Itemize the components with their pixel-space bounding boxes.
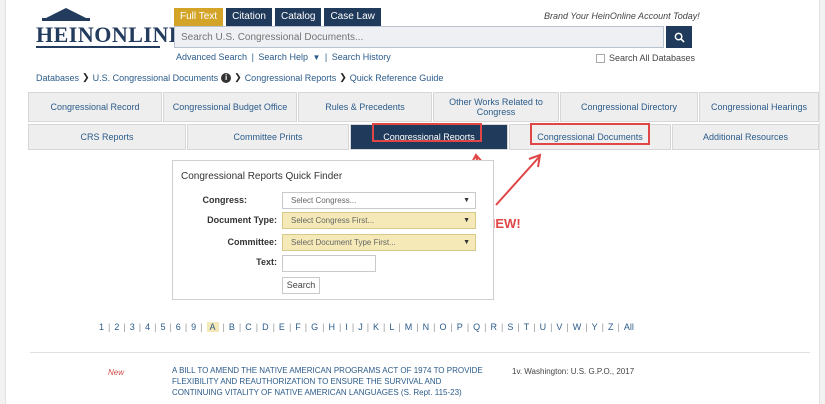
alpha-t[interactable]: T — [524, 322, 530, 332]
quick-finder-title: Congressional Reports Quick Finder — [181, 171, 343, 182]
alpha-b[interactable]: B — [229, 322, 235, 332]
alpha-6[interactable]: 6 — [176, 322, 181, 332]
alpha-z[interactable]: Z — [608, 322, 614, 332]
alpha-2[interactable]: 2 — [114, 322, 119, 332]
alpha-v[interactable]: V — [556, 322, 562, 332]
caret-down-icon: ▼ — [463, 197, 470, 204]
alpha-u[interactable]: U — [540, 322, 547, 332]
alphabet-index: 1 | 2 | 3 | 4 | 5 | 6 | 9 | A | B | C | D | E | F | G… — [99, 322, 634, 332]
alpha-o[interactable]: O — [439, 322, 446, 332]
result-title-link[interactable]: A BILL TO AMEND THE NATIVE AMERICAN PROG… — [172, 365, 492, 398]
caret-down-icon: ▼ — [463, 239, 470, 246]
committee-label: Committee: — [227, 237, 277, 247]
text-input[interactable] — [282, 255, 376, 272]
congress-select[interactable]: Select Congress... ▼ — [282, 192, 476, 209]
alpha-3[interactable]: 3 — [130, 322, 135, 332]
alpha-4[interactable]: 4 — [145, 322, 150, 332]
quick-finder-panel: Congressional Reports Quick Finder Congr… — [172, 160, 494, 300]
alpha-all[interactable]: All — [624, 322, 634, 332]
alpha-n[interactable]: N — [423, 322, 430, 332]
alpha-l[interactable]: L — [389, 322, 394, 332]
divider — [30, 352, 810, 353]
alpha-d[interactable]: D — [262, 322, 269, 332]
alpha-s[interactable]: S — [507, 322, 513, 332]
alpha-p[interactable]: P — [457, 322, 463, 332]
caret-down-icon: ▼ — [463, 217, 470, 224]
alpha-m[interactable]: M — [405, 322, 413, 332]
document-type-label: Document Type: — [207, 215, 277, 225]
alpha-j[interactable]: J — [358, 322, 363, 332]
text-label: Text: — [256, 257, 277, 267]
congress-label: Congress: — [202, 195, 247, 205]
alpha-y[interactable]: Y — [592, 322, 598, 332]
document-type-value: Select Congress First... — [291, 216, 375, 225]
alpha-c[interactable]: C — [245, 322, 252, 332]
new-badge: New — [108, 368, 125, 377]
alpha-w[interactable]: W — [573, 322, 582, 332]
alpha-h[interactable]: H — [328, 322, 335, 332]
alpha-5[interactable]: 5 — [160, 322, 165, 332]
document-type-select[interactable]: Select Congress First... ▼ — [282, 212, 476, 229]
congress-select-value: Select Congress... — [291, 196, 357, 205]
alpha-f[interactable]: F — [295, 322, 301, 332]
alpha-q[interactable]: Q — [473, 322, 480, 332]
committee-value: Select Document Type First... — [291, 238, 396, 247]
alpha-a[interactable]: A — [206, 322, 219, 332]
alpha-k[interactable]: K — [373, 322, 379, 332]
alpha-i[interactable]: I — [345, 322, 348, 332]
result-publication: 1v. Washington: U.S. G.P.O., 2017 — [512, 367, 635, 376]
alpha-1[interactable]: 1 — [99, 322, 104, 332]
alpha-e[interactable]: E — [279, 322, 285, 332]
alpha-r[interactable]: R — [491, 322, 498, 332]
committee-select[interactable]: Select Document Type First... ▼ — [282, 234, 476, 251]
alpha-9[interactable]: 9 — [191, 322, 196, 332]
finder-search-button[interactable]: Search — [282, 277, 320, 294]
alpha-g[interactable]: G — [311, 322, 318, 332]
